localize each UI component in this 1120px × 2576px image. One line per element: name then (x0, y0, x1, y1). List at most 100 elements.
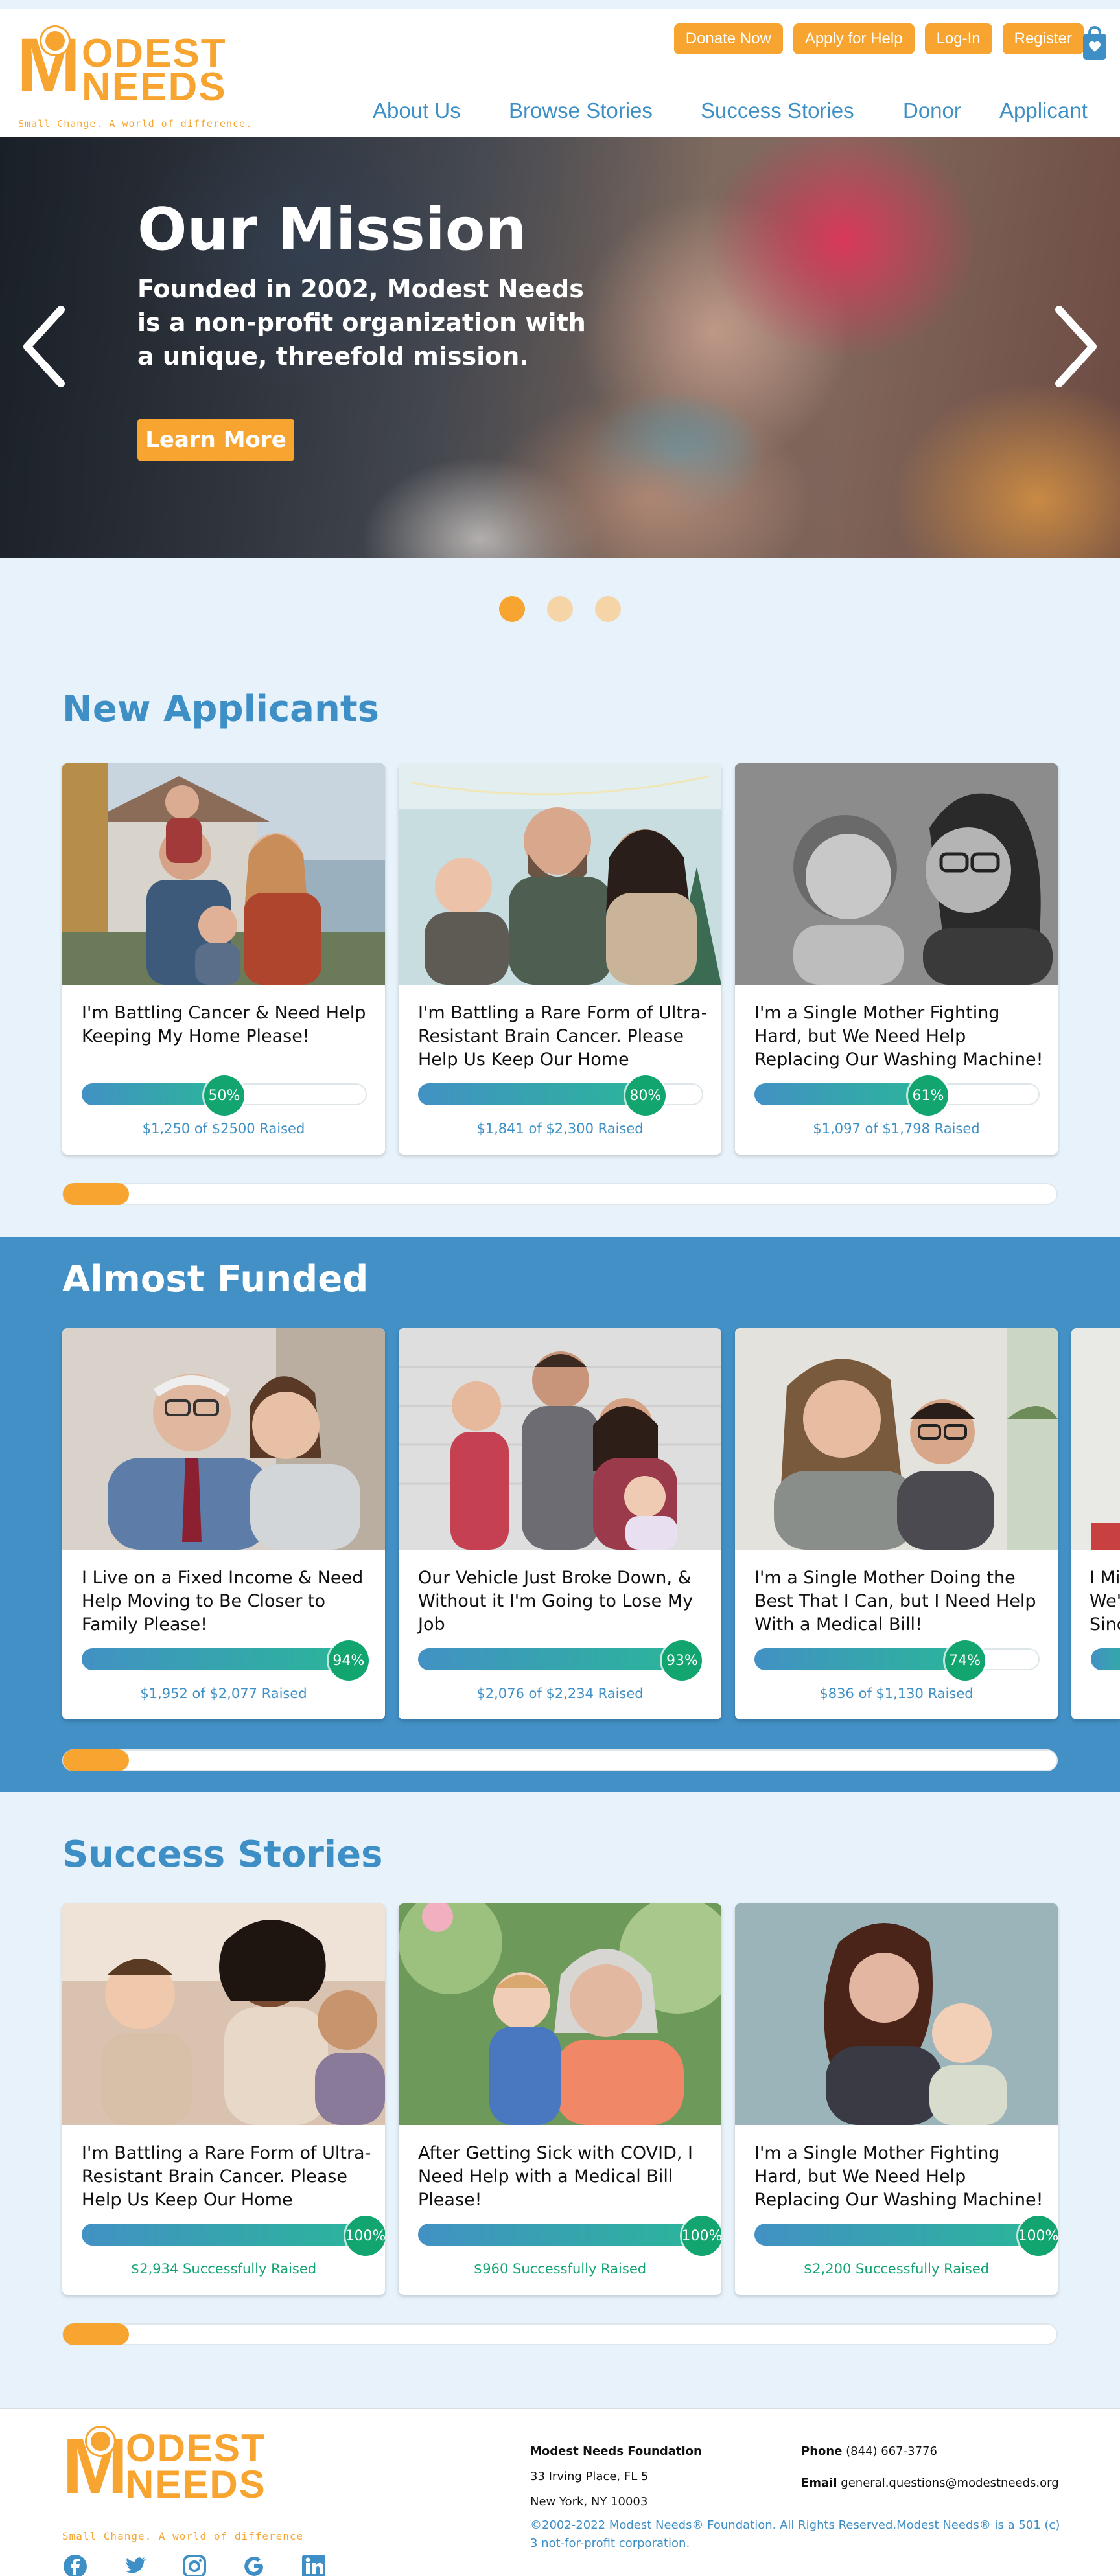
story-title: I'm a Single Mother Fighting Hard, but W… (754, 2143, 1044, 2210)
story-card[interactable]: I'm a Single Mother Doing the Best That … (735, 1328, 1058, 1719)
donate-now-button[interactable]: Donate Now (673, 23, 783, 54)
story-photo (399, 1328, 721, 1550)
progress-bar: 74% (754, 1640, 1040, 1681)
story-photo (735, 1328, 1058, 1550)
story-title: I'm a Single Mother Fighting Hard, but W… (754, 1003, 1044, 1070)
scrollbar-thumb[interactable] (62, 1749, 129, 1771)
social-links (62, 2553, 327, 2576)
logo-word-odest: ODEST (126, 2426, 266, 2470)
amount-raised: $2,076 of $2,234 Raised (476, 1686, 644, 1701)
scrollbar-thumb[interactable] (62, 1183, 129, 1205)
story-card[interactable]: After Getting Sick with COVID, I Need He… (399, 1903, 721, 2295)
email-label: Email (801, 2476, 837, 2490)
story-photo (62, 1328, 385, 1550)
register-button[interactable]: Register (1002, 23, 1084, 54)
footer-tagline: Small Change. A world of difference (62, 2530, 304, 2542)
story-photo (399, 763, 721, 985)
progress-fill (418, 1648, 684, 1670)
progress-bar: 100% (82, 2216, 385, 2256)
progress-bar: 94% (82, 1640, 369, 1681)
sun-icon (91, 2432, 110, 2451)
progress-badge: 100% (682, 2216, 721, 2256)
carousel-dots (499, 596, 621, 622)
success-stories-title: Success Stories (62, 1834, 383, 1876)
carousel-dot-2[interactable] (547, 596, 573, 622)
nav-success-stories[interactable]: Success Stories (701, 98, 854, 123)
story-card[interactable]: I'm Battling Cancer & Need Help Keeping … (62, 763, 385, 1155)
story-card[interactable]: I'm a Single Mother Fighting Hard, but W… (735, 1903, 1058, 2295)
story-card-partial[interactable]: I Mi We' Sinc (1071, 1328, 1120, 1719)
amount-raised: $2,200 Successfully Raised (803, 2261, 990, 2277)
story-photo (735, 763, 1058, 985)
footer-logo[interactable]: M ODEST NEEDS Small Change. A world of d… (62, 2426, 347, 2542)
phone-number[interactable]: (844) 667-3776 (846, 2444, 937, 2458)
amount-raised: $1,097 of $1,798 Raised (813, 1121, 980, 1136)
learn-more-button[interactable]: Learn More (137, 419, 294, 461)
instagram-icon[interactable] (181, 2553, 207, 2576)
almost-funded-title: Almost Funded (62, 1258, 369, 1300)
story-title: I Mi We' Sinc (1090, 1568, 1120, 1635)
story-title: I'm Battling a Rare Form of Ultra-Resist… (82, 2143, 371, 2210)
progress-badge: 80% (625, 1075, 666, 1116)
progress-badge: 61% (907, 1075, 948, 1116)
carousel-next-arrow-icon[interactable] (1050, 305, 1102, 389)
story-title: I'm a Single Mother Doing the Best That … (754, 1568, 1036, 1635)
nav-about-us[interactable]: About Us (373, 98, 461, 123)
progress-bar: 50% (82, 1075, 367, 1116)
progress-bar: 61% (754, 1075, 1040, 1116)
story-title: After Getting Sick with COVID, I Need He… (418, 2143, 694, 2210)
nav-applicant[interactable]: Applicant (999, 98, 1088, 123)
carousel-prev-arrow-icon[interactable] (18, 305, 70, 389)
phone-label: Phone (801, 2444, 843, 2458)
story-title: I Live on a Fixed Income & Need Help Mov… (82, 1568, 364, 1635)
story-card[interactable]: I'm Battling a Rare Form of Ultra-Resist… (399, 763, 721, 1155)
nav-donor[interactable]: Donor (903, 98, 961, 123)
footer-email: Email general.questions@modestneeds.org (801, 2476, 1059, 2490)
footer-address-line1: 33 Irving Place, FL 5 (530, 2470, 649, 2483)
main-nav: About Us Browse Stories Success Stories … (0, 98, 1120, 131)
nav-browse-stories[interactable]: Browse Stories (509, 98, 653, 123)
amount-raised: $1,250 of $2500 Raised (142, 1121, 305, 1136)
story-photo (735, 1903, 1058, 2125)
story-card[interactable]: Our Vehicle Just Broke Down, & Without i… (399, 1328, 721, 1719)
scrollbar-thumb[interactable] (62, 2323, 129, 2345)
progress-badge: 100% (345, 2216, 385, 2256)
progress-badge: 94% (328, 1640, 369, 1681)
new-applicants-scrollbar[interactable] (62, 1183, 1058, 1205)
log-in-button[interactable]: Log-In (924, 23, 992, 54)
story-photo (399, 1903, 721, 2125)
almost-funded-scrollbar[interactable] (62, 1749, 1058, 1771)
linkedin-icon[interactable] (301, 2553, 327, 2576)
carousel-dot-1[interactable] (499, 596, 525, 622)
success-stories-scrollbar[interactable] (62, 2323, 1058, 2345)
sun-icon (45, 31, 65, 51)
story-card[interactable]: I Live on a Fixed Income & Need Help Mov… (62, 1328, 385, 1719)
footer-address-line2: New York, NY 10003 (530, 2495, 648, 2509)
google-icon[interactable] (241, 2553, 267, 2576)
progress-bar: 100% (754, 2216, 1058, 2256)
progress-fill (418, 2224, 703, 2246)
story-title: I'm Battling a Rare Form of Ultra-Resist… (418, 1003, 708, 1070)
progress-fill (754, 1648, 966, 1670)
email-address[interactable]: general.questions@modestneeds.org (841, 2476, 1058, 2490)
story-card[interactable]: I'm a Single Mother Fighting Hard, but W… (735, 763, 1058, 1155)
story-title: Our Vehicle Just Broke Down, & Without i… (418, 1568, 694, 1635)
progress-fill (1091, 1648, 1120, 1670)
twitter-icon[interactable] (122, 2553, 148, 2576)
progress-bar: 93% (418, 1640, 703, 1681)
progress-bar (1091, 1648, 1120, 1670)
facebook-icon[interactable] (62, 2553, 88, 2576)
site-header: M ODEST NEEDS Small Change. A world of d… (0, 9, 1120, 137)
progress-fill (82, 1648, 350, 1670)
story-photo (62, 763, 385, 985)
story-card[interactable]: I'm Battling a Rare Form of Ultra-Resist… (62, 1903, 385, 2295)
carousel-dot-3[interactable] (595, 596, 621, 622)
amount-raised: $1,841 of $2,300 Raised (476, 1121, 644, 1136)
donation-bag-icon[interactable] (1081, 25, 1108, 61)
apply-for-help-button[interactable]: Apply for Help (793, 23, 915, 54)
amount-raised: $2,934 Successfully Raised (130, 2261, 317, 2277)
progress-fill (754, 2224, 1040, 2246)
top-button-group: Donate Now Apply for Help Log-In Registe… (673, 23, 1084, 54)
hero-title: Our Mission (137, 196, 527, 264)
progress-badge: 74% (944, 1640, 985, 1681)
